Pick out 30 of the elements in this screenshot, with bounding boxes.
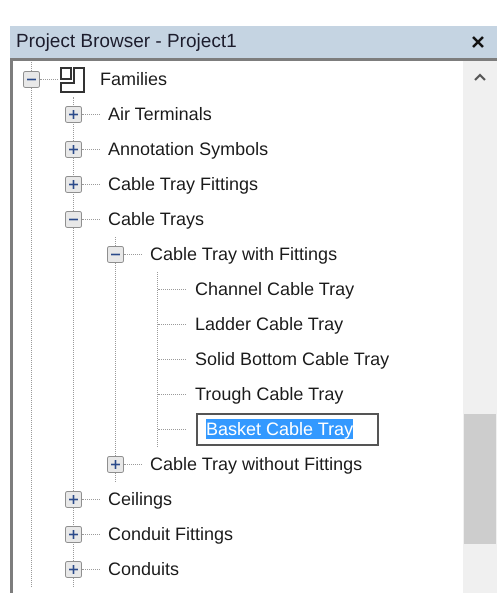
- plus-icon[interactable]: [107, 456, 124, 473]
- plus-icon[interactable]: [65, 176, 82, 193]
- plus-icon[interactable]: [65, 141, 82, 158]
- tree-item[interactable]: Air Terminals: [108, 104, 212, 124]
- tree-item[interactable]: Cable Tray without Fittings: [150, 454, 362, 474]
- tree-item[interactable]: Cable Trays: [108, 209, 204, 229]
- minus-icon[interactable]: [107, 246, 124, 263]
- scroll-thumb[interactable]: [464, 414, 496, 544]
- plus-icon[interactable]: [65, 106, 82, 123]
- tree-item[interactable]: Cable Tray with Fittings: [150, 244, 338, 264]
- panel-title: Project Browser - Project1: [16, 30, 237, 54]
- scrollbar[interactable]: [463, 61, 497, 593]
- tree-item[interactable]: Solid Bottom Cable Tray: [195, 349, 390, 369]
- plus-icon[interactable]: [65, 491, 82, 508]
- tree-item[interactable]: Conduits: [108, 559, 180, 579]
- family-icon: [58, 66, 88, 94]
- minus-icon[interactable]: [65, 211, 82, 228]
- scroll-up-icon[interactable]: [473, 73, 487, 82]
- tree-item[interactable]: Families: [100, 69, 168, 89]
- tree-item[interactable]: Annotation Symbols: [108, 139, 268, 159]
- tree-item[interactable]: Cable Tray Fittings: [108, 174, 258, 194]
- tree-item[interactable]: Conduit Fittings: [108, 524, 234, 544]
- close-icon[interactable]: [471, 35, 485, 49]
- plus-icon[interactable]: [65, 526, 82, 543]
- plus-icon[interactable]: [65, 561, 82, 578]
- tree-item[interactable]: Ceilings: [108, 489, 172, 509]
- tree-item[interactable]: Ladder Cable Tray: [195, 314, 344, 334]
- minus-icon[interactable]: [23, 71, 40, 88]
- tree-item[interactable]: Trough Cable Tray: [195, 384, 344, 404]
- tree-item[interactable]: Channel Cable Tray: [195, 279, 354, 299]
